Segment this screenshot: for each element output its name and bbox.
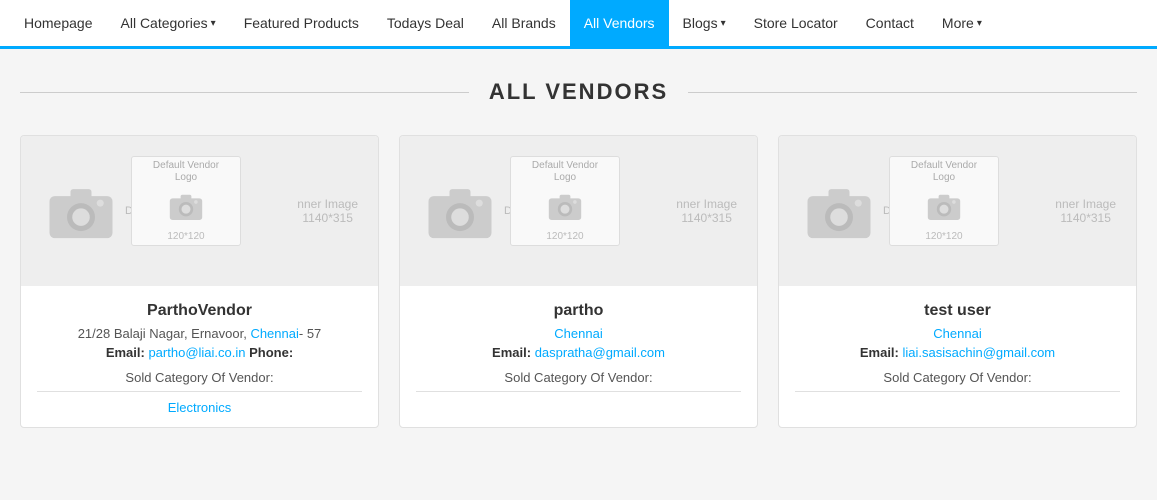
- vendor-banner: D Default VendorLogo 120*120 nner Image …: [779, 136, 1136, 286]
- vendor-banner: D Default VendorLogo 120*120 nner Image …: [21, 136, 378, 286]
- banner-inner-label: nner Image: [676, 197, 737, 211]
- vendor-contact: Email: partho@liai.co.in Phone:: [37, 345, 362, 360]
- chevron-down-icon: ▾: [977, 18, 982, 29]
- nav-item-all-brands[interactable]: All Brands: [478, 0, 570, 48]
- email-label: Email:: [492, 345, 531, 360]
- email-label: Email:: [860, 345, 899, 360]
- logo-label-text: Default VendorLogo: [153, 160, 219, 184]
- nav-item-homepage[interactable]: Homepage: [10, 0, 107, 48]
- banner-camera-icon: [420, 171, 500, 251]
- vendor-name: test user: [795, 302, 1120, 320]
- vendor-address-link[interactable]: Chennai: [933, 326, 981, 341]
- sold-category-divider: [37, 391, 362, 392]
- logo-label-text: Default VendorLogo: [532, 160, 598, 184]
- banner-inner-label: nner Image: [297, 197, 358, 211]
- vendor-name: ParthoVendor: [37, 302, 362, 320]
- vendor-logo-box: Default VendorLogo 120*120: [510, 156, 620, 246]
- section-title-line-left: [20, 92, 469, 93]
- vendor-card: D Default VendorLogo 120*120 nner Image …: [778, 135, 1137, 428]
- nav-item-todays-deal[interactable]: Todays Deal: [373, 0, 478, 48]
- logo-camera-icon: [547, 188, 583, 227]
- sold-category-divider: [795, 391, 1120, 392]
- banner-text-overlay: nner Image 1140*315: [676, 197, 737, 225]
- vendor-email[interactable]: daspratha@gmail.com: [535, 345, 665, 360]
- banner-size-text: 1140*315: [1055, 211, 1116, 225]
- vendor-contact: Email: daspratha@gmail.com: [416, 345, 741, 360]
- banner-camera-icon: [799, 171, 879, 251]
- sold-category-label: Sold Category Of Vendor:: [37, 370, 362, 385]
- nav-item-contact[interactable]: Contact: [852, 0, 928, 48]
- vendor-address-link[interactable]: Chennai: [250, 326, 298, 341]
- chevron-down-icon: ▾: [721, 18, 726, 29]
- phone-label: Phone:: [249, 345, 293, 360]
- section-title-line-right: [688, 92, 1137, 93]
- vendor-email[interactable]: liai.sasisachin@gmail.com: [903, 345, 1056, 360]
- vendor-contact: Email: liai.sasisachin@gmail.com: [795, 345, 1120, 360]
- logo-size-text: 120*120: [546, 231, 583, 242]
- nav-item-all-vendors[interactable]: All Vendors: [570, 0, 669, 48]
- vendor-card: D Default VendorLogo 120*120 nner Image …: [399, 135, 758, 428]
- chevron-down-icon: ▾: [211, 18, 216, 29]
- vendor-info: ParthoVendor 21/28 Balaji Nagar, Ernavoo…: [21, 286, 378, 427]
- vendor-email[interactable]: partho@liai.co.in: [148, 345, 245, 360]
- page-title: ALL VENDORS: [469, 79, 688, 105]
- vendor-address-link[interactable]: Chennai: [554, 326, 602, 341]
- vendor-address: 21/28 Balaji Nagar, Ernavoor, Chennai- 5…: [37, 326, 362, 341]
- sold-category-label: Sold Category Of Vendor:: [416, 370, 741, 385]
- sold-category-value: Electronics: [37, 400, 362, 415]
- vendor-card: D Default VendorLogo 120*120 nner Image …: [20, 135, 379, 428]
- nav-item-featured-products[interactable]: Featured Products: [230, 0, 373, 48]
- nav-item-more[interactable]: More ▾: [928, 0, 996, 48]
- email-label: Email:: [106, 345, 145, 360]
- banner-text-overlay: nner Image 1140*315: [297, 197, 358, 225]
- logo-camera-icon: [926, 188, 962, 227]
- nav-item-all-categories[interactable]: All Categories ▾: [107, 0, 230, 48]
- banner-camera-icon: [41, 171, 121, 251]
- vendor-address: Chennai: [416, 326, 741, 341]
- logo-camera-icon: [168, 188, 204, 227]
- nav-item-store-locator[interactable]: Store Locator: [740, 0, 852, 48]
- banner-inner-label: nner Image: [1055, 197, 1116, 211]
- logo-size-text: 120*120: [167, 231, 204, 242]
- logo-label-text: Default VendorLogo: [911, 160, 977, 184]
- vendor-logo-box: Default VendorLogo 120*120: [889, 156, 999, 246]
- banner-text-overlay: nner Image 1140*315: [1055, 197, 1116, 225]
- sold-category-divider: [416, 391, 741, 392]
- section-title-wrap: ALL VENDORS: [20, 79, 1137, 105]
- main-nav: HomepageAll Categories ▾Featured Product…: [0, 0, 1157, 49]
- vendor-info: test user Chennai Email: liai.sasisachin…: [779, 286, 1136, 412]
- vendor-name: partho: [416, 302, 741, 320]
- vendor-info: partho Chennai Email: daspratha@gmail.co…: [400, 286, 757, 412]
- vendor-address: Chennai: [795, 326, 1120, 341]
- sold-category-label: Sold Category Of Vendor:: [795, 370, 1120, 385]
- logo-size-text: 120*120: [925, 231, 962, 242]
- banner-size-text: 1140*315: [676, 211, 737, 225]
- vendor-grid: D Default VendorLogo 120*120 nner Image …: [20, 135, 1137, 428]
- vendor-logo-box: Default VendorLogo 120*120: [131, 156, 241, 246]
- vendor-banner: D Default VendorLogo 120*120 nner Image …: [400, 136, 757, 286]
- page-content: ALL VENDORS D Default VendorLogo: [0, 49, 1157, 458]
- nav-item-blogs[interactable]: Blogs ▾: [669, 0, 740, 48]
- banner-size-text: 1140*315: [297, 211, 358, 225]
